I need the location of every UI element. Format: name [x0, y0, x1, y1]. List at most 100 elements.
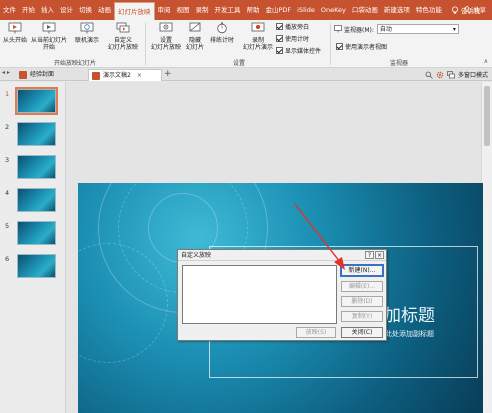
lightbulb-icon: [451, 6, 458, 14]
from-current-label-2: 开始: [42, 44, 55, 51]
gear-icon[interactable]: [436, 71, 444, 79]
ribbon-tab[interactable]: 金山PDF: [263, 0, 295, 20]
ribbon-tab[interactable]: 特色功能: [413, 0, 445, 20]
ribbon-tab[interactable]: 设计: [57, 0, 76, 20]
use-timings-checkbox[interactable]: 使用计时: [276, 34, 309, 43]
monitor-icon: [334, 25, 342, 33]
show-button[interactable]: 放映(S): [296, 327, 336, 338]
slide-thumbnail[interactable]: 1: [0, 87, 66, 117]
slideshow-start-icon: [8, 22, 22, 34]
slide-thumbnail[interactable]: 3: [0, 155, 66, 183]
ribbon-tab[interactable]: 录制: [193, 0, 212, 20]
custom-slideshow-button[interactable]: 自定义 幻灯片放映: [104, 22, 142, 51]
group-label-start: 开始放映幻灯片: [53, 60, 96, 67]
slide-thumbnail[interactable]: 5: [0, 221, 66, 249]
play-narrations-checkbox[interactable]: 播放旁白: [276, 22, 309, 31]
slide-title[interactable]: 加标题: [384, 301, 435, 326]
ribbon-tab[interactable]: 幻灯片放映: [114, 2, 155, 20]
monitor-value: 自动: [379, 26, 392, 33]
slide-thumbnail-image[interactable]: [17, 122, 56, 146]
monitor-select[interactable]: 自动 ▾: [376, 24, 459, 34]
doc-tab-2[interactable]: 演示文稿2 ×: [88, 69, 162, 81]
ribbon-tab[interactable]: 审阅: [155, 0, 174, 20]
rehearse-timings-button[interactable]: 排练计时: [208, 22, 236, 44]
share-label: 共享: [473, 6, 486, 14]
ribbon-tab-bar: 文件 开始 插入 设计 切换 动画 幻灯片放映 审阅 视图 录制 开发工具 帮助 金山PDF iSlide…: [0, 0, 492, 20]
custom-shows-list[interactable]: [182, 265, 337, 324]
slide-thumbnail-image[interactable]: [17, 155, 56, 179]
from-current-button[interactable]: 从当前幻灯片 开始: [30, 22, 68, 51]
person-icon: [463, 6, 471, 14]
dialog-title: 自定义放映: [181, 252, 212, 259]
ribbon-tab[interactable]: 开始: [19, 0, 38, 20]
delete-button[interactable]: 删除(D): [341, 296, 383, 307]
share-button[interactable]: 共享: [463, 0, 486, 20]
group-label-setup: 设置: [232, 60, 245, 67]
checkbox-checked-icon: [276, 23, 283, 30]
ribbon-tab[interactable]: 开发工具: [212, 0, 244, 20]
doc-nav-arrows[interactable]: ◂ ▸: [2, 69, 10, 76]
group-label-monitor: 监视器: [389, 60, 408, 67]
slide-thumbnail-image[interactable]: [17, 221, 56, 245]
new-button[interactable]: 新建(N)...: [340, 264, 384, 277]
new-tab-button[interactable]: +: [164, 68, 172, 81]
setup-slideshow-button[interactable]: 设置 幻灯片放映: [148, 22, 184, 51]
group-separator: [330, 23, 331, 65]
checkbox-checked-icon: [276, 35, 283, 42]
document-tab-bar: ◂ ▸ 经验封面 演示文稿2 × + 多窗口模式: [0, 68, 492, 81]
show-media-controls-checkbox[interactable]: 显示媒体控件: [276, 46, 321, 55]
ribbon-tab[interactable]: iSlide: [294, 0, 318, 20]
stopwatch-icon: [217, 22, 227, 34]
close-tab-icon[interactable]: ×: [137, 72, 142, 79]
from-beginning-label: 从头开始: [2, 37, 27, 44]
hide-slide-button[interactable]: 隐藏 幻灯片: [184, 22, 206, 51]
group-separator: [145, 23, 146, 65]
setup-slideshow-label-2: 幻灯片放映: [150, 44, 181, 51]
search-icon[interactable]: [425, 71, 433, 79]
doc-tab-2-label: 演示文稿2: [103, 72, 131, 79]
ribbon-tab[interactable]: OneKey: [318, 0, 349, 20]
from-beginning-button[interactable]: 从头开始: [2, 22, 28, 44]
copy-button[interactable]: 复制(Y): [341, 311, 383, 322]
slide-thumbnail[interactable]: 6: [0, 254, 66, 282]
ribbon-tab[interactable]: 视图: [174, 0, 193, 20]
collapse-ribbon-icon[interactable]: ∧: [484, 58, 488, 65]
slide-thumbnail-image[interactable]: [15, 87, 58, 115]
ribbon-tab[interactable]: 插入: [38, 0, 57, 20]
slide-number: 6: [5, 255, 10, 263]
slide-number: 3: [5, 156, 10, 164]
custom-slideshow-label-1: 自定义: [113, 37, 132, 44]
close-icon[interactable]: ×: [375, 251, 384, 259]
setup-slideshow-icon: [159, 22, 173, 32]
multi-window-label[interactable]: 多窗口模式: [458, 70, 488, 79]
doc-tab-1-label: 经验封面: [30, 71, 55, 78]
scrollbar-thumb[interactable]: [484, 86, 490, 146]
doc-tab-1[interactable]: 经验封面: [16, 69, 82, 81]
play-narrations-label: 播放旁白: [285, 24, 310, 31]
from-current-label-1: 从当前幻灯片: [30, 37, 67, 44]
ribbon-tab[interactable]: 口袋动画: [349, 0, 381, 20]
setup-slideshow-label-1: 设置: [159, 37, 172, 44]
slide-thumbnail[interactable]: 4: [0, 188, 66, 216]
help-icon[interactable]: ?: [365, 251, 374, 259]
slide-thumbnail[interactable]: 2: [0, 122, 66, 150]
record-slideshow-button[interactable]: 录制 幻灯片演示: [242, 22, 274, 51]
slide-thumbnail-image[interactable]: [17, 188, 56, 212]
slide-number: 4: [5, 189, 10, 197]
ribbon-tab[interactable]: 切换: [76, 0, 95, 20]
record-slideshow-label-1: 录制: [251, 37, 264, 44]
ribbon-tab[interactable]: 帮助: [244, 0, 263, 20]
ribbon-tab[interactable]: 动画: [95, 0, 114, 20]
close-button[interactable]: 关闭(C): [341, 327, 383, 338]
slide-number: 5: [5, 222, 10, 230]
edit-button[interactable]: 编辑(E)...: [341, 281, 383, 292]
ribbon-tab[interactable]: 新建选项: [381, 0, 413, 20]
dialog-titlebar: 自定义放映 ? ×: [178, 250, 386, 261]
hide-slide-label-1: 隐藏: [188, 37, 201, 44]
online-present-button[interactable]: 联机演示: [72, 22, 102, 44]
slide-thumbnail-image[interactable]: [17, 254, 56, 278]
monitor-label: 监视器(M):: [344, 26, 374, 34]
slide-number: 1: [5, 90, 10, 98]
presenter-view-checkbox[interactable]: 使用演示者视图: [336, 42, 387, 51]
ribbon-tab[interactable]: 文件: [0, 0, 19, 20]
